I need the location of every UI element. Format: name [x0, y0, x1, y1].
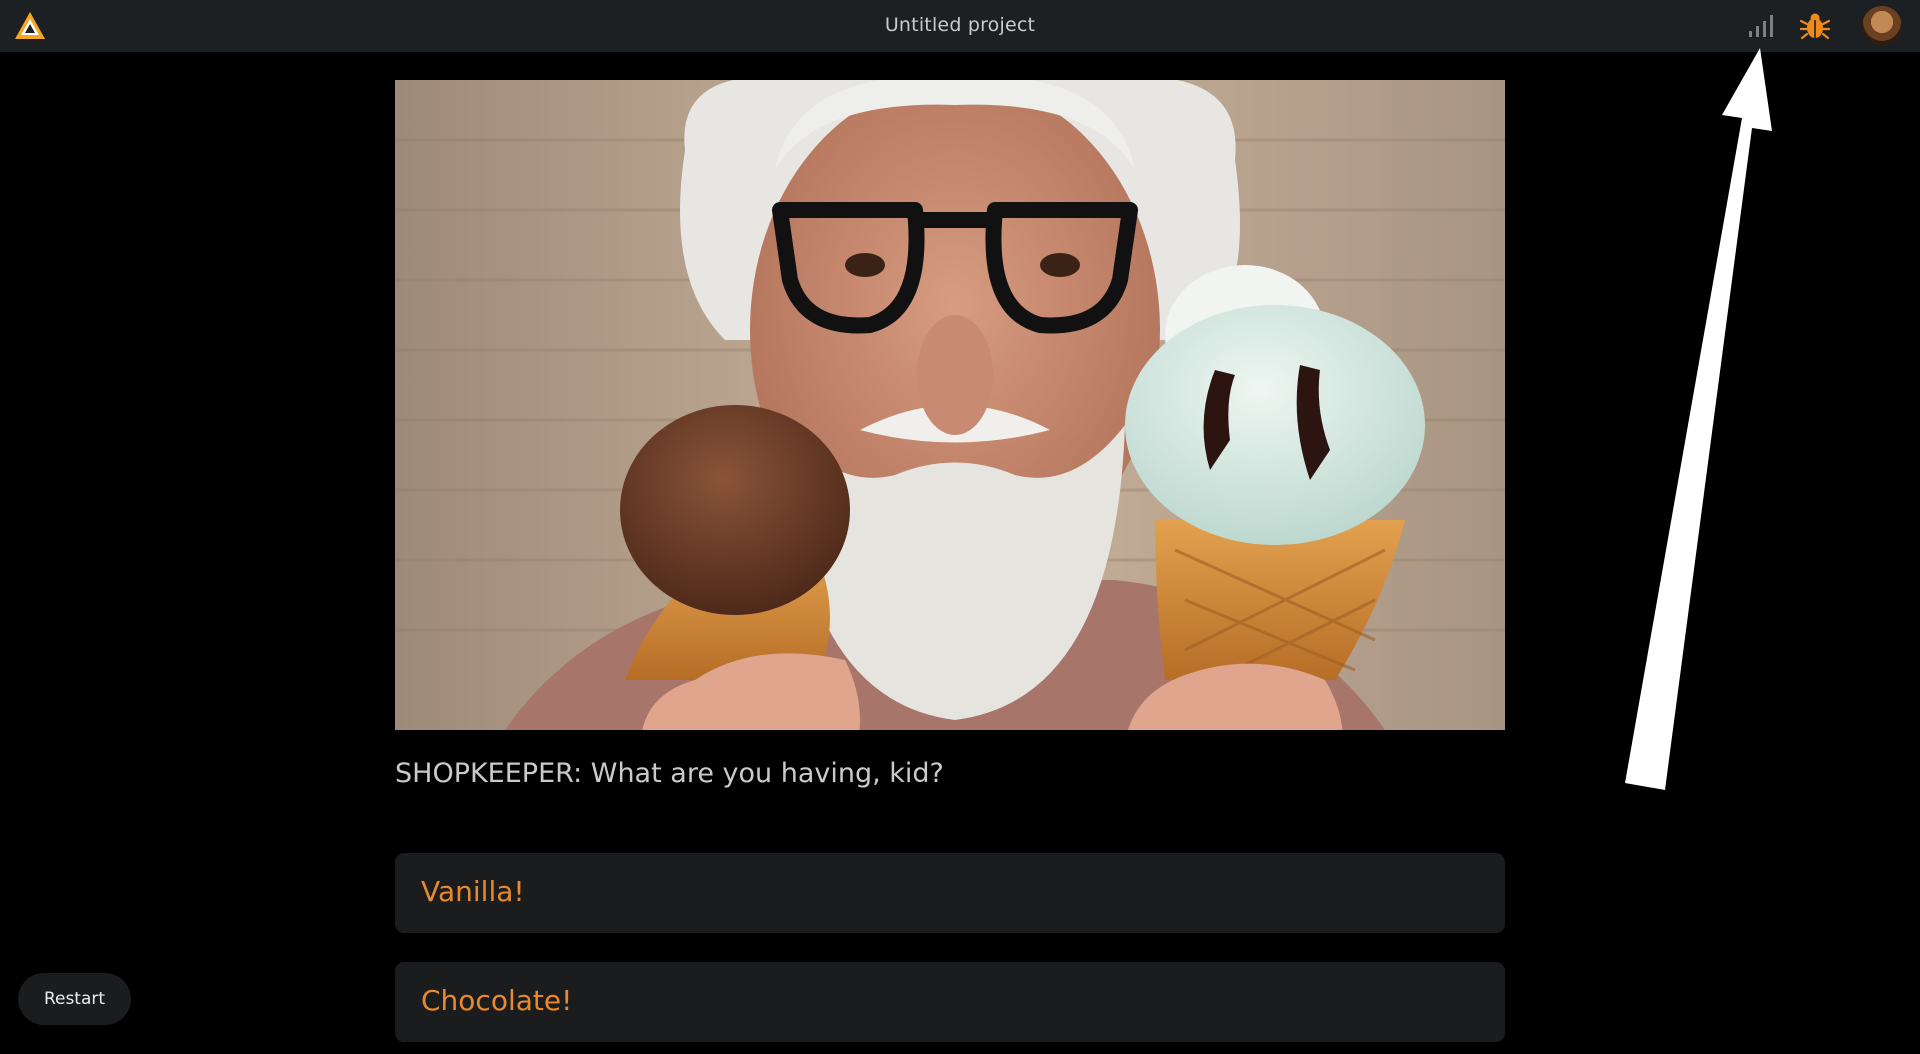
scene-image	[395, 80, 1505, 730]
choice-button-vanilla[interactable]: Vanilla!	[395, 853, 1505, 933]
stats-bars-icon[interactable]	[1747, 14, 1777, 38]
choice-button-chocolate[interactable]: Chocolate!	[395, 962, 1505, 1042]
project-title: Untitled project	[884, 14, 1036, 36]
user-avatar[interactable]	[1862, 6, 1902, 46]
top-bar: Untitled project	[0, 0, 1920, 52]
choice-label: Vanilla!	[421, 875, 525, 908]
restart-button[interactable]: Restart	[18, 973, 131, 1025]
choice-label: Chocolate!	[421, 984, 573, 1017]
dialogue-text: SHOPKEEPER: What are you having, kid?	[395, 758, 944, 789]
bug-icon[interactable]	[1799, 11, 1831, 41]
